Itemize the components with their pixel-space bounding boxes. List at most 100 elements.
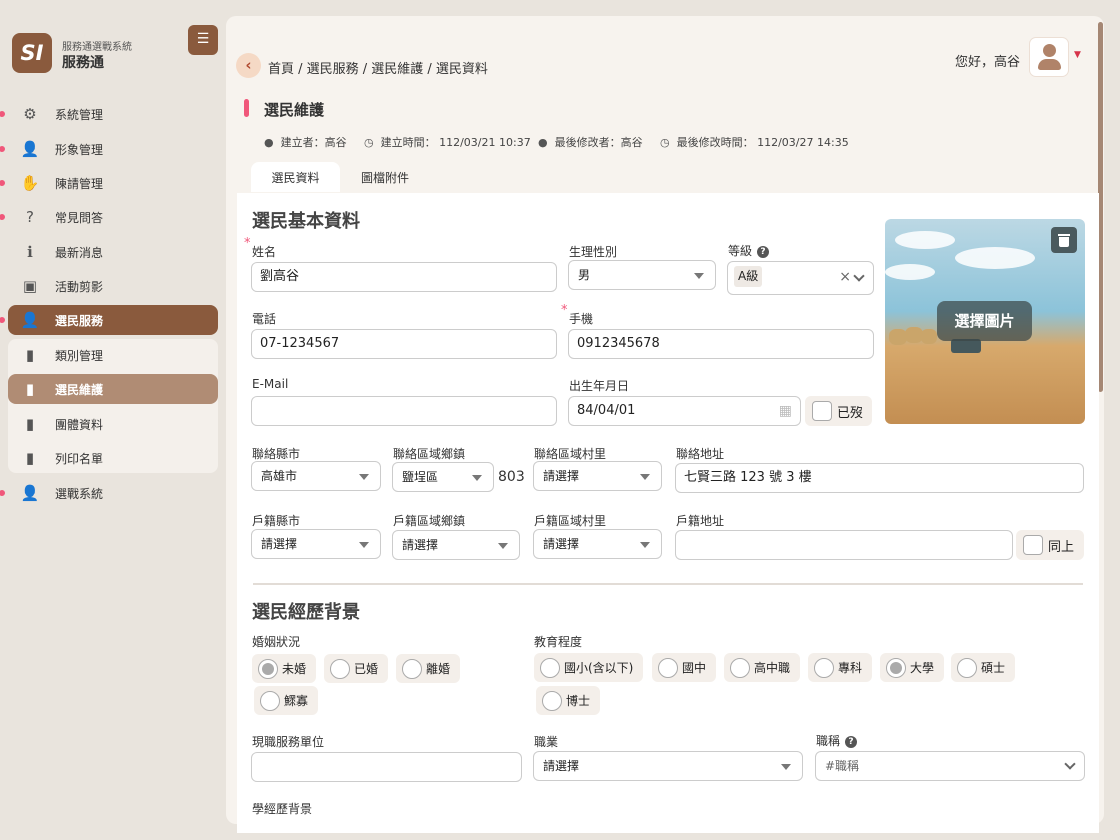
caret-down-icon <box>640 474 650 480</box>
nav-item-petition[interactable]: ✋ 陳請管理 <box>0 168 218 198</box>
help-icon[interactable]: ? <box>845 736 858 748</box>
required-marker: * <box>244 236 251 251</box>
job-select[interactable]: 請選擇 <box>533 751 803 781</box>
back-button[interactable]: ‹ <box>236 53 261 78</box>
jobtitle-placeholder: #職稱 <box>825 759 860 773</box>
email-field[interactable] <box>251 396 557 426</box>
help-icon[interactable]: ? <box>757 246 770 258</box>
voter-photo[interactable]: 選擇圖片 <box>885 219 1085 424</box>
caret-down-icon[interactable]: ▼ <box>1074 50 1081 60</box>
name-field[interactable]: 劉高谷 <box>251 262 557 292</box>
jobtitle-label-text: 職稱 <box>816 734 841 748</box>
nav-item-faq[interactable]: ? 常見問答 <box>0 202 218 232</box>
birth-date-field[interactable]: 84/04/01 ▦ <box>568 396 801 426</box>
phone-field[interactable]: 07-1234567 <box>251 329 557 359</box>
contact-village-select[interactable]: 請選擇 <box>533 461 662 491</box>
avatar[interactable] <box>1030 38 1068 76</box>
nav-label: 形象管理 <box>55 142 104 157</box>
reg-city-value: 請選擇 <box>261 537 298 551</box>
trash-icon[interactable] <box>1051 227 1077 253</box>
marital-option-single[interactable]: 未婚 <box>252 654 317 683</box>
subnav-item-groups[interactable]: ▮ 團體資料 <box>8 409 218 439</box>
cloud <box>955 247 1035 269</box>
edu-option-university[interactable]: 大學 <box>880 653 945 682</box>
nav-label: 團體資料 <box>55 417 104 432</box>
marital-option-divorced[interactable]: 離婚 <box>396 654 461 683</box>
radio-label: 離婚 <box>426 662 451 676</box>
edu-option-college[interactable]: 專科 <box>808 653 873 682</box>
edu-option-junior-high[interactable]: 國中 <box>652 653 717 682</box>
chevron-down-icon <box>1064 758 1076 770</box>
education-label: 教育程度 <box>534 635 583 649</box>
nav-item-news[interactable]: ℹ 最新消息 <box>8 237 218 267</box>
nav-label: 類別管理 <box>55 348 104 363</box>
edu-option-senior-high[interactable]: 高中職 <box>724 653 801 682</box>
caret-down-icon <box>472 475 482 481</box>
edu-option-master[interactable]: 碩士 <box>951 653 1016 682</box>
nav-label: 選戰系統 <box>55 486 104 501</box>
subnav-item-print-list[interactable]: ▮ 列印名單 <box>8 443 218 473</box>
avatar-body <box>1038 59 1061 70</box>
section-divider <box>253 583 1083 585</box>
notification-dot <box>0 180 5 186</box>
nav-item-voter-service[interactable]: 👤 選民服務 <box>0 305 218 335</box>
nav-label: 選民維護 <box>55 382 104 397</box>
file-icon: ▮ <box>25 414 35 433</box>
nav-item-campaign[interactable]: 👤 選戰系統 <box>0 478 218 508</box>
reg-district-label: 戶籍區域鄉鎮 <box>393 514 466 528</box>
trash-lid <box>1058 234 1070 236</box>
workplace-field[interactable] <box>251 752 522 782</box>
contact-city-value: 高雄市 <box>261 469 298 483</box>
reg-address-label: 戶籍地址 <box>676 514 725 528</box>
gender-select[interactable]: 男 <box>568 260 716 290</box>
workplace-label: 現職服務單位 <box>252 735 325 749</box>
tab-voter-info[interactable]: 選民資料 <box>251 162 340 192</box>
radio-circle <box>258 658 278 679</box>
subnav-item-category[interactable]: ▮ 類別管理 <box>8 340 218 370</box>
menu-toggle-button[interactable]: ☰ <box>188 25 218 55</box>
radio-label: 博士 <box>566 694 591 708</box>
tab-attachments[interactable]: 圖檔附件 <box>341 162 429 192</box>
nav-item-gallery[interactable]: ▣ 活動剪影 <box>8 271 218 301</box>
choose-image-button[interactable]: 選擇圖片 <box>937 301 1032 341</box>
caret-down-icon <box>498 543 508 549</box>
reg-village-value: 請選擇 <box>543 537 580 551</box>
jobtitle-select[interactable]: #職稱 <box>815 751 1085 781</box>
checkbox-box <box>1023 535 1043 555</box>
edu-option-elementary[interactable]: 國小(含以下) <box>534 653 644 682</box>
reg-address-field[interactable] <box>675 530 1013 560</box>
reg-village-select[interactable]: 請選擇 <box>533 529 662 559</box>
gender-value: 男 <box>578 268 591 282</box>
user-edit-icon: 👤 <box>20 310 40 329</box>
mobile-field[interactable]: 0912345678 <box>568 329 874 359</box>
checkbox-box <box>812 401 832 421</box>
marital-option-widowed[interactable]: 鰥寡 <box>254 686 319 715</box>
notification-dot <box>0 214 5 220</box>
reg-city-select[interactable]: 請選擇 <box>251 529 381 559</box>
clear-icon[interactable]: × <box>839 263 851 291</box>
calendar-icon[interactable]: ▦ <box>779 397 792 425</box>
radio-circle <box>658 657 678 678</box>
deceased-checkbox[interactable]: 已歿 <box>805 396 872 426</box>
nav-item-system[interactable]: ⚙ 系統管理 <box>0 99 218 129</box>
images-icon: ▣ <box>22 276 38 295</box>
subnav-item-voter-maintenance[interactable]: ▮ 選民維護 <box>8 374 218 404</box>
chevron-left-icon: ‹ <box>245 56 252 74</box>
meta-created: ◷ 建立時間： 112/03/21 10:37 <box>364 134 531 150</box>
meta-modified-text: 最後修改時間： 112/03/27 14:35 <box>676 136 849 149</box>
contact-city-label: 聯絡縣市 <box>252 447 301 461</box>
same-as-above-checkbox[interactable]: 同上 <box>1016 530 1084 560</box>
level-select[interactable]: A級 × <box>727 261 874 295</box>
chevron-down-icon <box>853 270 865 282</box>
nav-item-image[interactable]: 👤 形象管理 <box>0 134 218 164</box>
contact-village-value: 請選擇 <box>543 469 580 483</box>
reg-district-select[interactable]: 請選擇 <box>392 530 520 560</box>
marital-option-married[interactable]: 已婚 <box>324 654 389 683</box>
contact-district-select[interactable]: 鹽埕區 <box>392 462 494 492</box>
contact-city-select[interactable]: 高雄市 <box>251 461 381 491</box>
breadcrumb: 首頁 / 選民服務 / 選民維護 / 選民資料 <box>268 62 488 77</box>
notification-dot <box>0 146 5 152</box>
caret-down-icon <box>781 764 791 770</box>
contact-address-field[interactable]: 七賢三路 123 號 3 樓 <box>675 463 1084 493</box>
edu-option-doctorate[interactable]: 博士 <box>536 686 601 715</box>
